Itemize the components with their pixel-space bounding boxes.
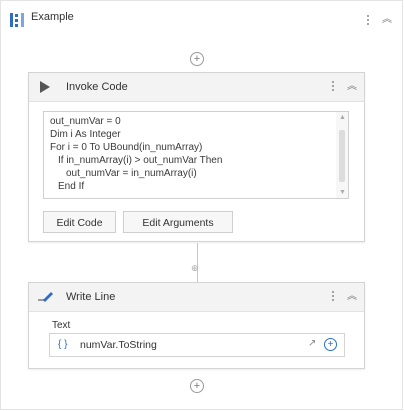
drop-target-icon[interactable]: ⊕ (191, 263, 199, 274)
edit-arguments-button[interactable]: Edit Arguments (123, 211, 233, 233)
sequence-header[interactable]: Example ︽ (1, 1, 402, 37)
invoke-code-header[interactable]: Invoke Code ︽ (29, 73, 364, 102)
code-line: Dim i As Integer (50, 129, 121, 140)
collapse-icon[interactable]: ︽ (347, 82, 357, 92)
scroll-up-icon[interactable]: ▲ (339, 114, 346, 121)
text-label: Text (52, 320, 71, 331)
kebab-menu-icon[interactable] (330, 289, 336, 305)
scroll-down-icon[interactable]: ▼ (339, 189, 346, 196)
add-activity-plus-icon[interactable]: + (190, 52, 204, 66)
code-line: out_numVar = 0 (50, 116, 121, 127)
invoke-code-title: Invoke Code (66, 81, 128, 93)
invoke-code-activity[interactable]: Invoke Code ︽ out_numVar = 0 Dim i As In… (28, 72, 365, 242)
play-icon (40, 81, 50, 93)
code-scrollbar[interactable]: ▲ ▼ (336, 112, 348, 198)
text-field[interactable]: { } numVar.ToString ↗ + (49, 333, 345, 357)
braces-icon: { } (58, 339, 68, 350)
kebab-menu-icon[interactable] (330, 79, 336, 95)
add-variable-plus-icon[interactable]: + (324, 338, 337, 351)
scroll-thumb[interactable] (339, 130, 345, 182)
expand-icon[interactable]: ↗ (308, 338, 316, 349)
text-field-value: numVar.ToString (80, 339, 157, 351)
pencil-icon (38, 292, 53, 302)
code-line: out_numVar = in_numArray(i) (66, 168, 197, 179)
sequence-icon (10, 13, 24, 27)
write-line-header[interactable]: Write Line ︽ (29, 283, 364, 312)
write-line-activity[interactable]: Write Line ︽ Text { } numVar.ToString ↗ … (28, 282, 365, 369)
write-line-title: Write Line (66, 291, 116, 303)
sequence-container[interactable]: Example ︽ + Invoke Code ︽ out_numVar = 0… (0, 0, 403, 410)
code-line: End If (58, 181, 85, 192)
code-line: For i = 0 To UBound(in_numArray) (50, 142, 203, 153)
kebab-menu-icon[interactable] (365, 13, 371, 29)
code-line: If in_numArray(i) > out_numVar Then (58, 155, 223, 166)
add-activity-plus-icon[interactable]: + (190, 379, 204, 393)
code-editor[interactable]: out_numVar = 0 Dim i As Integer For i = … (43, 111, 349, 199)
collapse-icon[interactable]: ︽ (347, 292, 357, 302)
edit-code-button[interactable]: Edit Code (43, 211, 116, 233)
sequence-title: Example (31, 11, 74, 23)
collapse-icon[interactable]: ︽ (382, 15, 392, 25)
